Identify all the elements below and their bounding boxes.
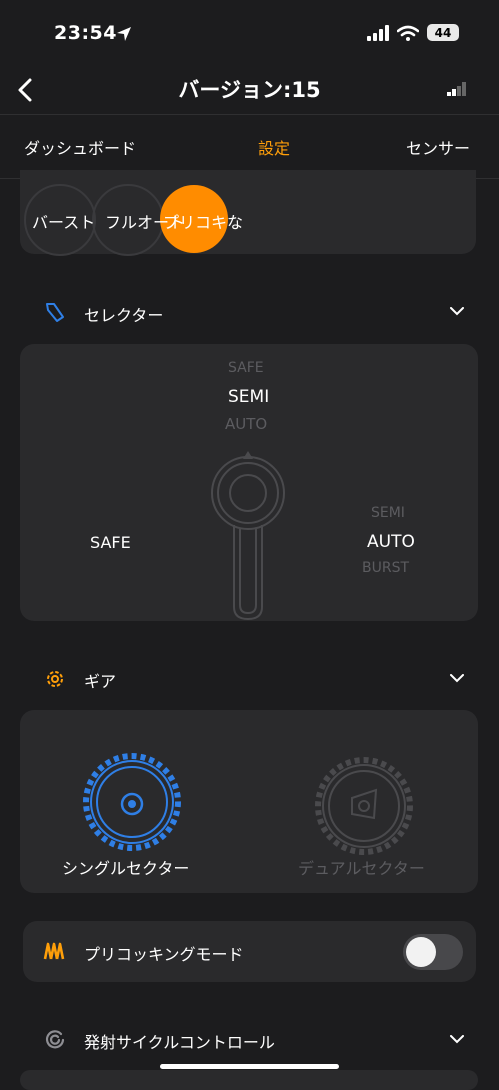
gear-icon bbox=[47, 671, 63, 687]
status-icons: 44 bbox=[367, 24, 459, 41]
mode-label-burst: バースト bbox=[32, 213, 96, 232]
selector-section-title: セレクター bbox=[84, 306, 164, 325]
cellular-signal-icon bbox=[367, 24, 389, 41]
selector-top-safe: SAFE bbox=[228, 360, 264, 376]
gear-card: シングルセクター デュアルセクター bbox=[20, 710, 478, 893]
tab-settings[interactable]: 設定 bbox=[258, 135, 290, 159]
fire-mode-card: バースト フルオート プリコキな bbox=[20, 170, 476, 256]
selector-lever-graphic[interactable] bbox=[208, 447, 288, 621]
selector-top-auto: AUTO bbox=[225, 415, 268, 433]
selector-right-semi: SEMI bbox=[371, 505, 405, 521]
mode-label-precock: プリコキな bbox=[163, 213, 244, 232]
selector-right-burst: BURST bbox=[362, 560, 410, 576]
selector-switch-icon bbox=[46, 303, 64, 322]
page-title: バージョン:15 bbox=[178, 78, 321, 102]
cycle-control-icon bbox=[45, 1030, 65, 1049]
selector-top-semi: SEMI bbox=[228, 387, 270, 407]
selector-collapse-chevron-icon[interactable] bbox=[450, 307, 464, 316]
precock-toggle[interactable] bbox=[403, 934, 463, 970]
signal-bars-icon[interactable] bbox=[447, 82, 467, 96]
dual-sector-label[interactable]: デュアルセクター bbox=[298, 855, 425, 879]
cycle-card bbox=[20, 1070, 478, 1090]
gear-collapse-chevron-icon[interactable] bbox=[450, 674, 464, 683]
location-arrow-icon bbox=[117, 27, 131, 41]
precock-row: プリコッキングモード bbox=[23, 921, 476, 982]
single-sector-gear-icon[interactable] bbox=[80, 750, 184, 854]
precock-label: プリコッキングモード bbox=[84, 945, 244, 964]
single-sector-label[interactable]: シングルセクター bbox=[62, 855, 189, 879]
selector-left-safe[interactable]: SAFE bbox=[90, 533, 131, 552]
nav-divider bbox=[0, 114, 499, 115]
tab-sensor[interactable]: センサー bbox=[406, 135, 470, 159]
cycle-collapse-chevron-icon[interactable] bbox=[450, 1035, 464, 1044]
selector-card: SAFE SEMI AUTO SAFE SEMI AUTO BURST bbox=[20, 344, 478, 621]
selector-right-auto: AUTO bbox=[367, 532, 415, 552]
battery-indicator: 44 bbox=[427, 24, 459, 41]
tab-dashboard[interactable]: ダッシュボード bbox=[24, 135, 136, 159]
precock-icon bbox=[43, 942, 65, 960]
wifi-icon bbox=[397, 25, 419, 41]
dual-sector-gear-icon[interactable] bbox=[312, 754, 416, 858]
gear-section-title: ギア bbox=[84, 672, 117, 691]
status-time: 23:54 bbox=[54, 22, 117, 44]
home-indicator bbox=[160, 1064, 339, 1069]
cycle-section-title: 発射サイクルコントロール bbox=[84, 1033, 275, 1052]
precock-toggle-knob bbox=[406, 937, 436, 967]
